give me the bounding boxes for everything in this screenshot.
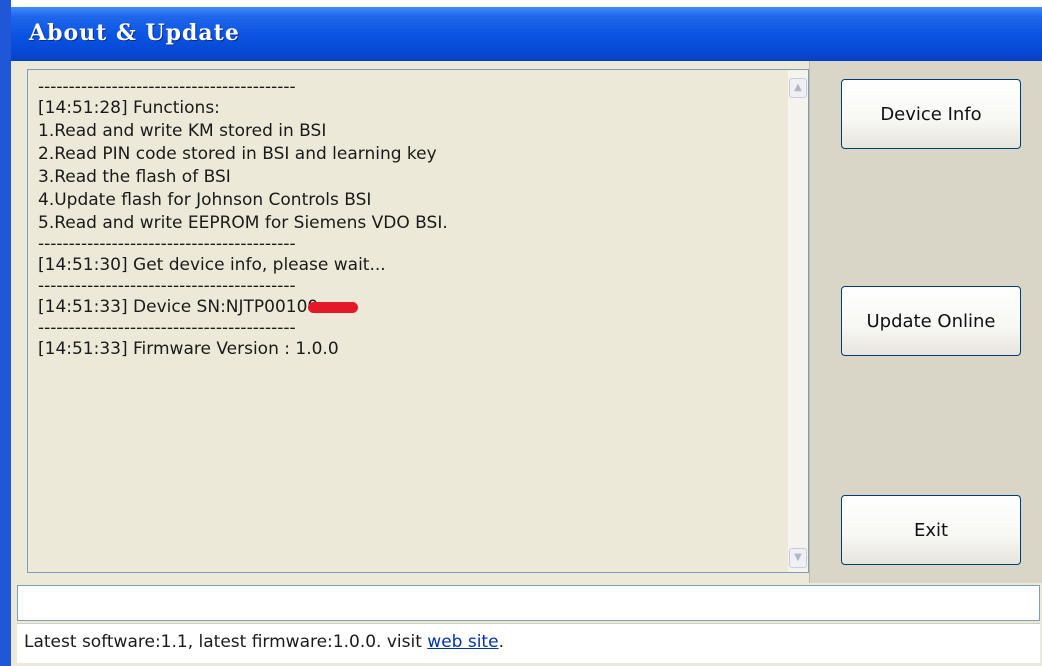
window-content: ----------------------------------------… — [11, 61, 1042, 666]
log-separator: ----------------------------------------… — [38, 276, 296, 296]
log-line: 4.Update flash for Johnson Controls BSI — [38, 190, 372, 210]
log-separator: ----------------------------------------… — [38, 234, 296, 254]
log-line: 5.Read and write EEPROM for Siemens VDO … — [38, 213, 448, 233]
log-line: [14:51:28] Functions: — [38, 98, 220, 118]
log-separator: ----------------------------------------… — [38, 318, 296, 338]
exit-button[interactable]: Exit — [841, 495, 1021, 565]
redaction-mark — [308, 301, 359, 313]
website-link[interactable]: web site — [427, 632, 498, 652]
button-panel: Device Info Update Online Exit — [809, 61, 1042, 583]
device-sn-text: [14:51:33] Device SN:NJTP00100 — [38, 297, 319, 317]
top-margin — [11, 0, 1042, 7]
log-line: 2.Read PIN code stored in BSI and learni… — [38, 144, 437, 164]
update-online-button[interactable]: Update Online — [841, 286, 1021, 356]
log-line: 1.Read and write KM stored in BSI — [38, 121, 327, 141]
status-suffix: . — [498, 632, 504, 652]
window-title: About & Update — [29, 20, 240, 46]
log-line-device-sn: [14:51:33] Device SN:NJTP00100 — [38, 296, 790, 319]
chevron-up-icon: ▲ — [794, 82, 802, 93]
scroll-down-button[interactable]: ▼ — [789, 548, 807, 568]
log-panel[interactable]: ----------------------------------------… — [27, 69, 809, 573]
chevron-down-icon: ▼ — [794, 552, 802, 563]
log-text-area[interactable]: ----------------------------------------… — [28, 70, 790, 572]
device-info-button[interactable]: Device Info — [841, 79, 1021, 149]
command-input[interactable] — [17, 585, 1040, 621]
window-left-border — [0, 0, 11, 666]
log-line: [14:51:30] Get device info, please wait.… — [38, 255, 386, 275]
title-bar[interactable]: About & Update — [11, 7, 1042, 61]
status-bar: Latest software:1.1, latest firmware:1.0… — [17, 623, 1040, 663]
vertical-scrollbar[interactable]: ▲ ▼ — [788, 70, 808, 572]
status-text: Latest software:1.1, latest firmware:1.0… — [24, 632, 428, 652]
scroll-up-button[interactable]: ▲ — [789, 78, 807, 98]
about-update-window: About & Update -------------------------… — [0, 0, 1042, 666]
log-line: 3.Read the flash of BSI — [38, 167, 231, 187]
log-line: [14:51:33] Firmware Version : 1.0.0 — [38, 339, 339, 359]
log-separator: ----------------------------------------… — [38, 77, 296, 97]
